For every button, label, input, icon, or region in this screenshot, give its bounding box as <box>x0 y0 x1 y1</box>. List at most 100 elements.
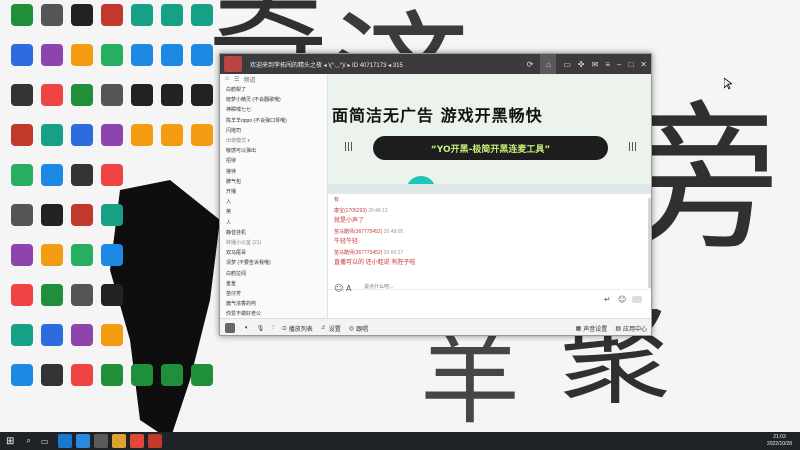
shortcut-glyph-icon <box>101 124 123 146</box>
chat-message-header: 有 <box>334 196 634 203</box>
channel-list-item[interactable]: 神瞬嘿七七 <box>226 106 251 113</box>
promo-banner[interactable]: 面简洁无广告 游戏开黑畅快 “YO开黑-极简开黑连麦工具” ||| ||| ▬ … <box>328 74 651 194</box>
home-icon[interactable]: ⌂ <box>540 54 557 74</box>
channel-list-item[interactable]: 脾气包 <box>226 178 241 185</box>
grid-icon: ▦ <box>575 325 582 332</box>
channel-list-item[interactable]: 出使模式 ▾ <box>226 137 250 144</box>
chat-scrollbar[interactable] <box>648 198 651 288</box>
desktop-shortcut-icon[interactable] <box>184 364 220 386</box>
app-center-item[interactable]: ▤ 应用中心 <box>615 324 647 333</box>
channel-list-item[interactable]: 你爱不做好老公 <box>226 310 261 317</box>
taskbar-edge-icon[interactable] <box>58 434 73 448</box>
desktop-shortcut-icon[interactable] <box>184 44 220 66</box>
karaoke-icon: ◎ <box>348 325 355 332</box>
emoji-icon[interactable]: ☺ <box>334 284 343 294</box>
desktop-shortcut-icon[interactable] <box>94 324 130 346</box>
shortcut-glyph-icon <box>101 324 123 346</box>
windows-taskbar: ⊞ ⌕ ▭ 21:03 2022/10/28 <box>0 432 800 450</box>
shortcut-glyph-icon <box>41 284 63 306</box>
desktop-shortcut-icon[interactable] <box>94 244 130 266</box>
task-view-icon[interactable]: ▭ <box>41 437 49 446</box>
shortcut-glyph-icon <box>71 164 93 186</box>
smile-icon[interactable]: ☺ <box>618 295 626 304</box>
channel-list-item[interactable]: 双马尾哥 <box>226 249 246 256</box>
send-button[interactable] <box>632 296 642 303</box>
chat-message-text: 就是小声了 <box>334 218 365 224</box>
karaoke-label: 跟唱 <box>356 326 369 333</box>
channel-list-item[interactable]: 敏感可以弹出 <box>226 147 256 154</box>
minimize-icon[interactable]: – <box>617 60 621 69</box>
chat-sender-name[interactable]: 有 <box>334 197 339 203</box>
channel-list-item[interactable]: 闪拖司 <box>226 127 241 134</box>
settings-item[interactable]: ♬ 设置 <box>321 324 341 333</box>
shortcut-glyph-icon <box>101 4 123 26</box>
search-icon[interactable]: ⌕ <box>26 436 30 446</box>
channel-list-item[interactable]: 白鹤梨了 <box>226 86 246 93</box>
channel-list-item[interactable]: 接待 <box>226 168 236 175</box>
mixer-icon[interactable]: ⫶ <box>272 325 274 332</box>
taskbar-app-icon-1[interactable] <box>76 434 91 448</box>
menu-icon[interactable]: ≡ <box>605 60 610 69</box>
channel-list-item[interactable]: 羞羞 <box>226 280 236 287</box>
channel-list-item[interactable]: 陈羊羊oppo (不会弹口琴哦) <box>226 117 287 124</box>
shortcut-glyph-icon <box>11 44 33 66</box>
channel-list-item[interactable]: 招待 <box>226 157 236 164</box>
channel-list-item[interactable]: 酱气浓香的哟 <box>226 300 256 307</box>
desktop-shortcut-icon[interactable] <box>184 124 220 146</box>
shortcut-glyph-icon <box>41 44 63 66</box>
font-icon[interactable]: A <box>346 284 351 293</box>
window-titlebar[interactable]: 欢迎来到李拓闯的精头之夜 ◂ \(°◡°)/ ▸ ID 40717173 ◂ 3… <box>220 54 651 74</box>
list-icon[interactable]: ☰ <box>234 76 239 83</box>
desktop-shortcut-icon[interactable] <box>184 84 220 106</box>
voice-settings-item[interactable]: ▦ 声音设置 <box>576 324 608 333</box>
apps-icon: ▤ <box>615 325 621 332</box>
channel-list-item[interactable]: 英 <box>226 208 231 215</box>
tv-icon[interactable]: ▭ <box>563 60 571 69</box>
channel-list-item[interactable]: 转播小公室 (21) <box>226 239 261 246</box>
gamepad-icon[interactable]: ✜ <box>578 60 585 69</box>
chat-sender-name[interactable]: 苗马酷师(367775452) <box>334 250 384 256</box>
shortcut-glyph-icon <box>41 4 63 26</box>
channel-list-item[interactable]: 苗仔芳 <box>226 290 241 297</box>
speaker-icon[interactable]: 🔈︎ <box>245 325 249 332</box>
karaoke-item[interactable]: ◎ 跟唱 <box>349 324 368 333</box>
banner-pill: “YO开黑-极简开黑连麦工具” <box>373 136 608 160</box>
channel-list-item[interactable]: 静音挂机 <box>226 229 246 236</box>
channel-avatar[interactable] <box>224 56 242 72</box>
shortcut-glyph-icon <box>11 204 33 226</box>
enter-icon[interactable]: ↵ <box>604 295 611 304</box>
shortcut-glyph-icon <box>101 244 123 266</box>
maximize-icon[interactable]: □ <box>628 60 633 69</box>
channel-list-item[interactable]: 清梦 (不要告诉我哦) <box>226 259 271 266</box>
desktop-shortcut-icon[interactable] <box>94 204 130 226</box>
channel-list-item[interactable]: 白鹤拉闻 <box>226 270 246 277</box>
chat-sender-name[interactable]: 苗马酷师(367775452) <box>334 229 384 235</box>
channel-list-item[interactable]: 晓梦小精灵 (不会翻歌哦) <box>226 96 281 103</box>
system-tray[interactable]: 21:03 2022/10/28 <box>767 434 792 448</box>
user-avatar-icon[interactable] <box>225 323 235 333</box>
refresh-icon[interactable]: ⟳ <box>527 60 534 69</box>
message-input-bar: ☺ A ↵ ☺ <box>328 282 651 318</box>
mic-settings-icon: ♬ <box>320 325 327 331</box>
mic-icon[interactable]: 🎙︎ <box>257 325 265 332</box>
taskbar-app-icon-2[interactable] <box>94 434 109 448</box>
chat-timestamp: 20:50:27 <box>383 250 404 256</box>
chat-sender-name[interactable]: 康宝(1705293) <box>334 208 368 214</box>
bottom-toolbar: 🔈︎ 🎙︎ ⫶ ⊙ 播放列表 ♬ 设置 ◎ 跟唱 ▦ 声音设置 ▤ 应用中心 <box>220 318 651 335</box>
desktop-shortcut-icon[interactable] <box>94 164 130 186</box>
start-button[interactable]: ⊞ <box>6 436 14 447</box>
channel-list-item[interactable]: 人 <box>226 219 231 226</box>
desktop-shortcut-icon[interactable] <box>184 4 220 26</box>
playlist-item[interactable]: ⊙ 播放列表 <box>282 324 313 333</box>
mail-icon[interactable]: ✉ <box>592 60 599 69</box>
channel-list-item[interactable]: 开播 <box>226 188 236 195</box>
shortcut-glyph-icon <box>191 124 213 146</box>
taskbar-app-icon-3[interactable] <box>112 434 127 448</box>
taskbar-app-icon-4[interactable] <box>130 434 145 448</box>
user-icon[interactable]: ☺ <box>224 76 230 82</box>
channel-list-item[interactable]: 入 <box>226 198 231 205</box>
taskbar-app-icon-5[interactable] <box>148 434 163 448</box>
chat-input[interactable] <box>364 282 544 292</box>
close-icon[interactable]: ✕ <box>640 60 647 69</box>
desktop-shortcut-icon[interactable] <box>94 284 130 306</box>
